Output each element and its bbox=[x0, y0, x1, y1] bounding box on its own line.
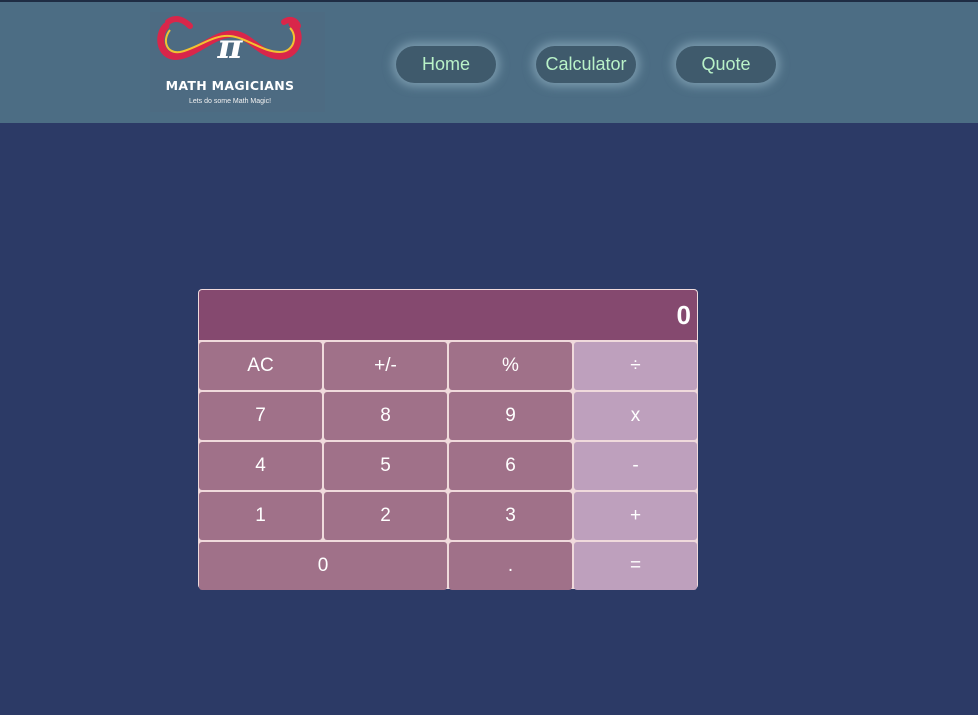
pi-symbol: π bbox=[217, 27, 244, 67]
key-5[interactable]: 5 bbox=[324, 442, 447, 490]
key-8[interactable]: 8 bbox=[324, 392, 447, 440]
calculator: 0 AC +/- % ÷ 7 8 9 x 4 5 6 - 1 2 3 + 0 .… bbox=[198, 289, 698, 590]
key-subtract[interactable]: - bbox=[574, 442, 697, 490]
key-0[interactable]: 0 bbox=[199, 542, 447, 590]
calculator-display: 0 bbox=[199, 290, 697, 340]
key-percent[interactable]: % bbox=[449, 342, 572, 390]
site-header: π MATH MAGICIANS Lets do some Math Magic… bbox=[0, 0, 978, 123]
nav-calculator-link[interactable]: Calculator bbox=[536, 46, 636, 83]
key-ac[interactable]: AC bbox=[199, 342, 322, 390]
brand-logo[interactable]: π MATH MAGICIANS Lets do some Math Magic… bbox=[150, 12, 325, 112]
key-multiply[interactable]: x bbox=[574, 392, 697, 440]
key-divide[interactable]: ÷ bbox=[574, 342, 697, 390]
key-sign-toggle[interactable]: +/- bbox=[324, 342, 447, 390]
key-1[interactable]: 1 bbox=[199, 492, 322, 540]
key-2[interactable]: 2 bbox=[324, 492, 447, 540]
key-9[interactable]: 9 bbox=[449, 392, 572, 440]
key-3[interactable]: 3 bbox=[449, 492, 572, 540]
key-6[interactable]: 6 bbox=[449, 442, 572, 490]
brand-tagline: Lets do some Math Magic! bbox=[188, 98, 272, 105]
key-add[interactable]: + bbox=[574, 492, 697, 540]
nav-home-link[interactable]: Home bbox=[396, 46, 496, 83]
nav-quote-link[interactable]: Quote bbox=[676, 46, 776, 83]
brand-title: MATH MAGICIANS bbox=[165, 78, 295, 93]
key-equals[interactable]: = bbox=[574, 542, 697, 590]
infinity-ribbon-icon: π bbox=[157, 16, 302, 67]
key-decimal[interactable]: . bbox=[449, 542, 572, 590]
key-4[interactable]: 4 bbox=[199, 442, 322, 490]
key-7[interactable]: 7 bbox=[199, 392, 322, 440]
